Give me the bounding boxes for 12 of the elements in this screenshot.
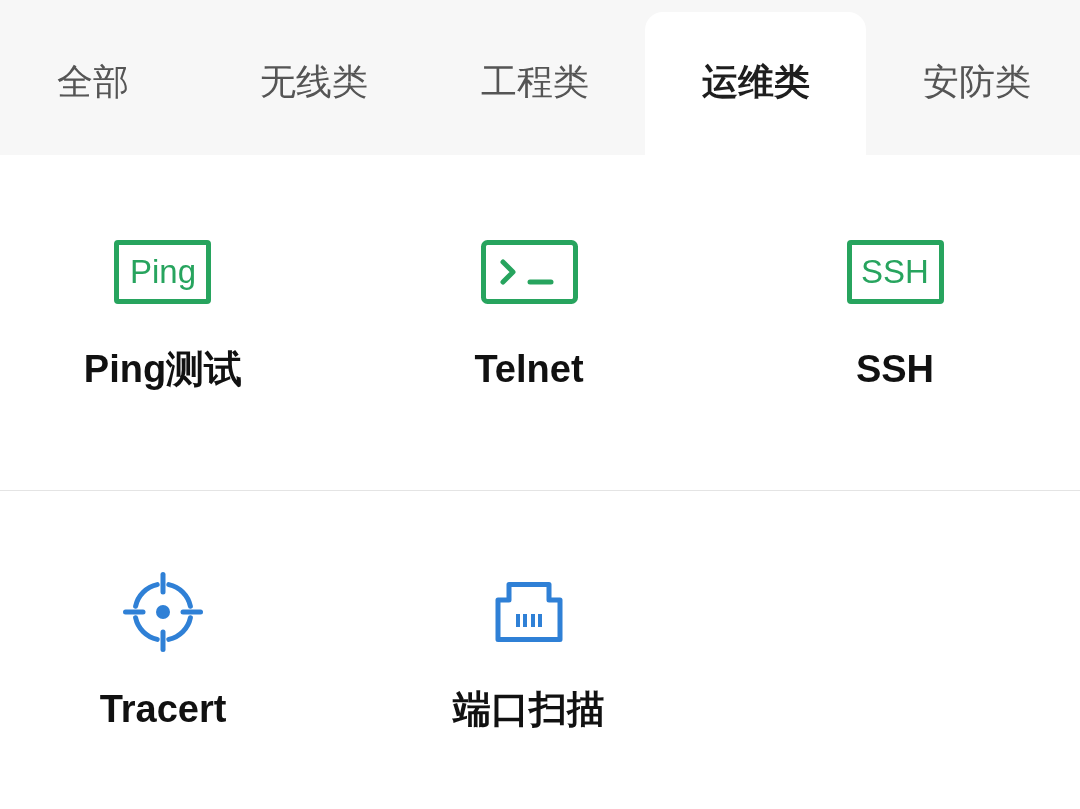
tool-button[interactable]: 端口扫描 bbox=[453, 572, 605, 732]
tool-button[interactable]: Tracert bbox=[99, 572, 227, 732]
category-tab[interactable]: 无线类 bbox=[203, 12, 424, 155]
boxed-text-icon: Ping bbox=[114, 240, 212, 304]
category-tab[interactable]: 全部 bbox=[0, 12, 203, 155]
tool-button[interactable]: SSH SSH bbox=[846, 232, 944, 392]
tool-button[interactable]: Telnet bbox=[474, 232, 584, 392]
boxed-text-icon: SSH bbox=[846, 240, 944, 304]
category-tab[interactable]: 运维类 bbox=[645, 12, 866, 155]
category-tab[interactable]: 工程类 bbox=[424, 12, 645, 155]
tool-button[interactable]: Ping Ping测试 bbox=[83, 232, 243, 392]
category-tab[interactable]: 安防类 bbox=[866, 12, 1080, 155]
